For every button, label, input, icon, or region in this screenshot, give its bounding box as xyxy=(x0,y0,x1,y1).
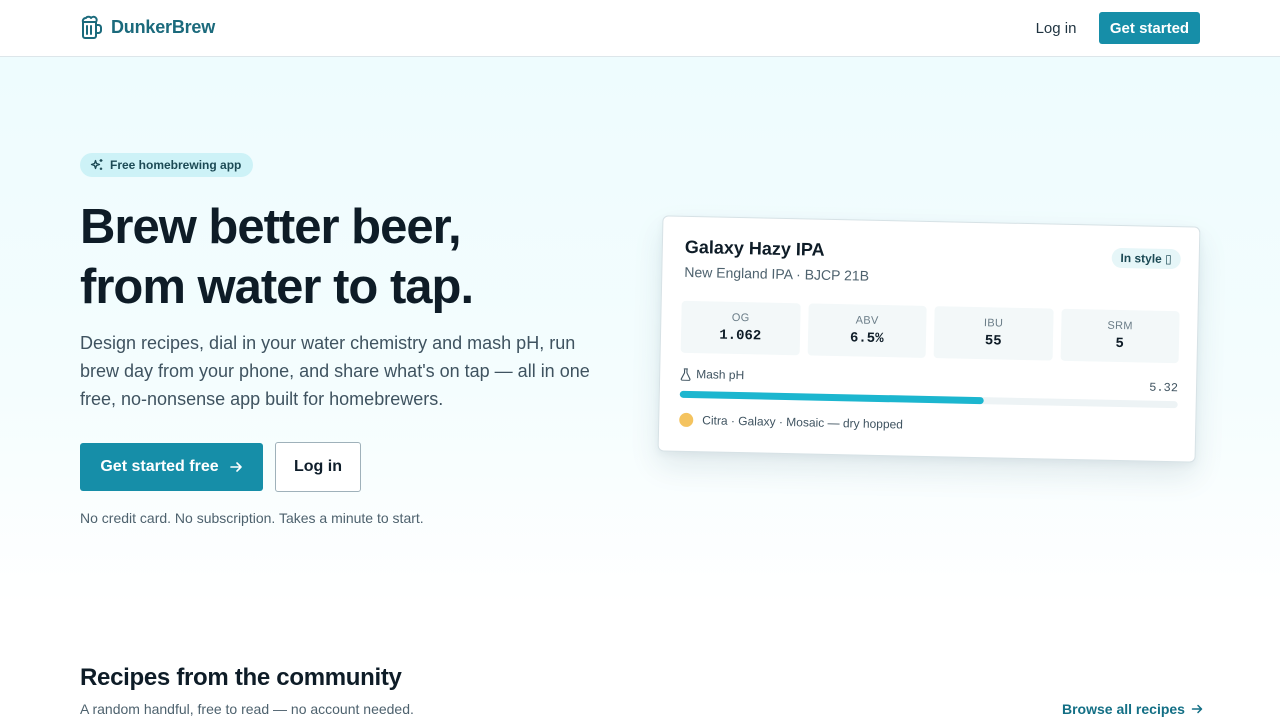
browse-all-recipes-link[interactable]: Browse all recipes xyxy=(1062,701,1203,717)
hops-list: Citra · Galaxy · Mosaic — dry hopped xyxy=(702,413,904,432)
hero-note: No credit card. No subscription. Takes a… xyxy=(80,510,424,526)
stat-label: ABV xyxy=(855,314,879,327)
hop-color-dot xyxy=(679,412,694,428)
mash-ph-bar-fill xyxy=(679,390,984,405)
stat-abv: ABV 6.5% xyxy=(807,303,927,358)
get-started-free-button[interactable]: Get started free xyxy=(80,443,263,491)
beer-mug-icon xyxy=(81,15,102,39)
hero-title-line-2: from water to tap. xyxy=(80,260,474,314)
stat-ibu: IBU 55 xyxy=(933,306,1054,361)
header-login-link[interactable]: Log in xyxy=(1026,12,1086,44)
stat-srm: SRM 5 xyxy=(1060,308,1180,364)
hero-section: Free homebrewing app Brew better beer, f… xyxy=(0,57,1280,605)
hops-row: Citra · Galaxy · Mosaic — dry hopped xyxy=(679,412,904,432)
mash-ph-row: Mash pH 5.32 xyxy=(680,367,1179,396)
brand-logo[interactable]: DunkerBrew xyxy=(80,15,215,40)
in-style-badge: In style ▯ xyxy=(1111,247,1181,270)
stat-value: 5 xyxy=(1115,335,1125,353)
mash-ph-label: Mash pH xyxy=(680,367,744,382)
stat-label: OG xyxy=(731,311,750,325)
mash-ph-value: 5.32 xyxy=(1149,380,1179,396)
hero-title: Brew better beer, from water to tap. xyxy=(80,197,640,317)
stat-value: 55 xyxy=(984,333,1002,350)
recipe-preview-card: Galaxy Hazy IPA New England IPA · BJCP 2… xyxy=(657,215,1201,463)
stat-value: 6.5% xyxy=(849,330,884,348)
browse-all-recipes-label: Browse all recipes xyxy=(1062,701,1185,717)
sparkles-icon xyxy=(90,159,103,170)
arrow-right-icon xyxy=(1191,704,1203,714)
stat-og: OG 1.062 xyxy=(680,300,801,356)
flask-icon xyxy=(680,367,691,381)
hero-subtitle: Design recipes, dial in your water chemi… xyxy=(80,333,590,409)
hero-login-button[interactable]: Log in xyxy=(275,442,361,492)
recipe-name: Galaxy Hazy IPA xyxy=(684,236,825,260)
recipe-stats: OG 1.062 ABV 6.5% IBU 55 SRM 5 xyxy=(680,300,1180,364)
recipe-style: New England IPA · BJCP 21B xyxy=(684,263,870,284)
hero-title-line-1: Brew better beer, xyxy=(80,200,462,254)
site-header: DunkerBrew Log in Get started xyxy=(0,0,1280,57)
badge-label: Free homebrewing app xyxy=(110,158,242,172)
header-get-started-button[interactable]: Get started xyxy=(1099,12,1200,44)
stat-label: IBU xyxy=(983,317,1004,330)
community-section-subtitle: A random handful, free to read — no acco… xyxy=(80,701,414,717)
arrow-right-icon xyxy=(229,462,242,472)
brand-name: DunkerBrew xyxy=(111,17,216,37)
get-started-free-label: Get started free xyxy=(100,458,219,475)
community-section-title: Recipes from the community xyxy=(80,664,402,691)
mash-ph-label-text: Mash pH xyxy=(696,367,745,383)
stat-label: SRM xyxy=(1107,319,1133,333)
stat-value: 1.062 xyxy=(719,327,762,345)
free-app-badge: Free homebrewing app xyxy=(80,153,254,177)
mash-ph-bar xyxy=(679,390,1178,409)
